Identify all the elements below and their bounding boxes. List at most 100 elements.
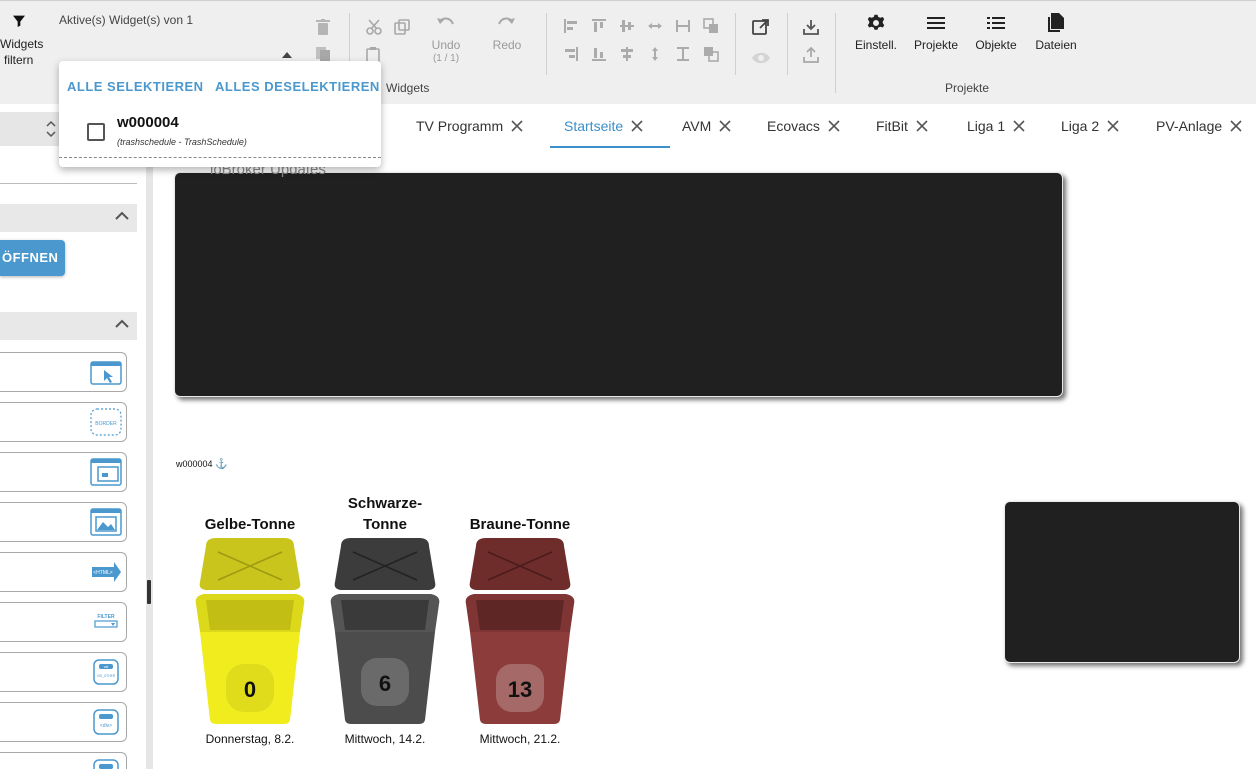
widget-list-item[interactable]: FILTER	[0, 602, 127, 642]
filter-widget-icon: FILTER	[94, 614, 118, 628]
close-icon[interactable]	[1107, 105, 1119, 149]
settings-button[interactable]: Einstell.	[846, 37, 906, 53]
div-widget-icon: <div>	[93, 709, 119, 735]
widget-select-popup: ALLE SELEKTIEREN ALLES DESELEKTIEREN w00…	[59, 61, 381, 167]
align-bottom-icon[interactable]	[591, 46, 607, 67]
dark-widget[interactable]	[1004, 501, 1240, 663]
equal-width-icon[interactable]	[675, 18, 691, 39]
select-all-button[interactable]: ALLE SELEKTIEREN	[67, 79, 204, 94]
trash-bin-brown[interactable]: Braune-Tonne 13 Mittwoch, 21.2.	[454, 493, 586, 746]
trash-bin-black[interactable]: Schwarze- Tonne 6 Mittwoch, 14.2.	[319, 493, 451, 746]
align-middle-icon[interactable]	[619, 18, 635, 39]
bin-name: Braune-Tonne	[469, 516, 571, 533]
undo-icon[interactable]	[437, 16, 455, 35]
widget-list-item[interactable]	[0, 452, 127, 492]
align-right-icon[interactable]	[563, 46, 579, 67]
equal-height-icon[interactable]	[675, 46, 691, 67]
align-center-icon[interactable]	[619, 46, 635, 67]
close-icon[interactable]	[1013, 105, 1025, 149]
tab-liga-1[interactable]: Liga 1	[953, 104, 1025, 148]
bin-days: 6	[379, 671, 391, 696]
tab-tv-programm[interactable]: TV Programm	[402, 104, 523, 148]
distribute-horizontal-icon[interactable]	[647, 18, 663, 39]
widget-list-item[interactable]: val VIS_OTHER	[0, 652, 127, 692]
separator	[835, 13, 836, 93]
tab-avm[interactable]: AVM	[668, 104, 731, 148]
sidebar-splitter[interactable]	[146, 104, 153, 769]
tab-label: Liga 2	[1061, 118, 1100, 134]
list-icon[interactable]	[987, 15, 1005, 36]
trash-bin-yellow[interactable]: Gelbe-Tonne 0 Donnerstag, 8.2.	[184, 493, 316, 746]
iobroker-updates-widget[interactable]: ioBroker Updates	[174, 161, 1063, 397]
close-icon[interactable]	[631, 105, 643, 149]
app-window: Widgets filtern Aktive(s) Widget(s) von …	[0, 0, 1256, 769]
active-widgets-label: Aktive(s) Widget(s) von 1	[59, 13, 194, 27]
redo-button[interactable]: Redo	[477, 37, 537, 53]
tab-label: AVM	[682, 118, 712, 134]
tab-startseite[interactable]: Startseite	[550, 104, 670, 148]
view-widget-icon	[90, 458, 122, 486]
tab-liga-2[interactable]: Liga 2	[1047, 104, 1119, 148]
cut-icon[interactable]	[366, 19, 382, 40]
export-icon[interactable]	[803, 46, 819, 68]
button-widget-icon	[90, 361, 122, 385]
distribute-vertical-icon[interactable]	[647, 46, 663, 67]
bin-name: Gelbe-Tonne	[204, 516, 296, 533]
close-icon[interactable]	[511, 105, 523, 149]
projects-button[interactable]: Projekte	[906, 37, 966, 53]
delete-icon[interactable]	[316, 19, 330, 40]
widget-list-item[interactable]: BORDER	[0, 402, 127, 442]
eye-icon[interactable]	[751, 51, 771, 70]
undo-button[interactable]: Undo (1 / 1)	[416, 37, 476, 65]
tab-pv-anlage[interactable]: PV-Anlage	[1142, 104, 1242, 148]
value-widget-icon: val VIS_OTHER	[93, 659, 119, 685]
value-icon-text: val	[104, 665, 109, 669]
accordion-header-widgets[interactable]	[0, 312, 137, 340]
widget-list-item[interactable]: <div>	[0, 702, 127, 742]
undo-label: Undo	[431, 38, 461, 52]
bring-front-icon[interactable]	[703, 18, 719, 39]
gear-icon[interactable]	[867, 14, 885, 37]
send-back-icon[interactable]	[703, 46, 719, 67]
widget-list-item[interactable]	[0, 352, 127, 392]
copy-icon[interactable]	[394, 19, 410, 40]
projects-group-label: Projekte	[945, 81, 990, 95]
widget-list-item[interactable]	[0, 752, 127, 769]
files-button[interactable]: Dateien	[1026, 37, 1086, 53]
close-icon[interactable]	[1230, 105, 1242, 149]
anchor-icon[interactable]: ⚓	[215, 459, 227, 470]
open-external-icon[interactable]	[752, 19, 769, 41]
align-top-icon[interactable]	[591, 18, 607, 39]
filter-widgets-button[interactable]: Widgets filtern	[0, 36, 44, 68]
align-left-icon[interactable]	[563, 18, 579, 39]
tab-label: TV Programm	[416, 118, 504, 134]
tab-ecovacs[interactable]: Ecovacs	[753, 104, 840, 148]
widget-sidebar: ÖFFNEN BORDER <HTML> FILTER val VIS_OTHER…	[0, 104, 138, 769]
deselect-all-button[interactable]: ALLES DESELEKTIEREN	[215, 79, 380, 94]
view-canvas[interactable]: ioBroker Updates w000004 ⚓ Gelbe-Tonne 0…	[153, 148, 1256, 769]
menu-icon[interactable]	[927, 15, 945, 36]
close-icon[interactable]	[916, 105, 928, 149]
widgets-group-label: Widgets	[386, 81, 430, 95]
widget-list-item[interactable]	[0, 502, 127, 542]
chevron-up-icon	[115, 211, 129, 220]
trash-bin-icon: 6	[330, 538, 440, 724]
redo-icon[interactable]	[497, 16, 515, 35]
bin-date: Donnerstag, 8.2.	[205, 732, 295, 746]
accordion-header[interactable]	[0, 204, 137, 232]
tab-label: Liga 1	[967, 118, 1006, 134]
splitter-handle[interactable]	[147, 580, 151, 604]
widget-checkbox[interactable]	[87, 123, 105, 141]
close-icon[interactable]	[719, 105, 731, 149]
tab-fitbit[interactable]: FitBit	[862, 104, 928, 148]
objects-button[interactable]: Objekte	[966, 37, 1026, 53]
import-icon[interactable]	[803, 19, 819, 40]
widget-id-text: w000004	[176, 459, 213, 469]
close-icon[interactable]	[828, 105, 840, 149]
open-button[interactable]: ÖFFNEN	[0, 240, 65, 276]
widget-list-item[interactable]: <HTML>	[0, 552, 127, 592]
files-icon[interactable]	[1048, 13, 1064, 37]
filter-icon[interactable]	[11, 13, 27, 29]
divider	[0, 183, 137, 184]
popup-widget-id: w000004	[117, 114, 179, 131]
